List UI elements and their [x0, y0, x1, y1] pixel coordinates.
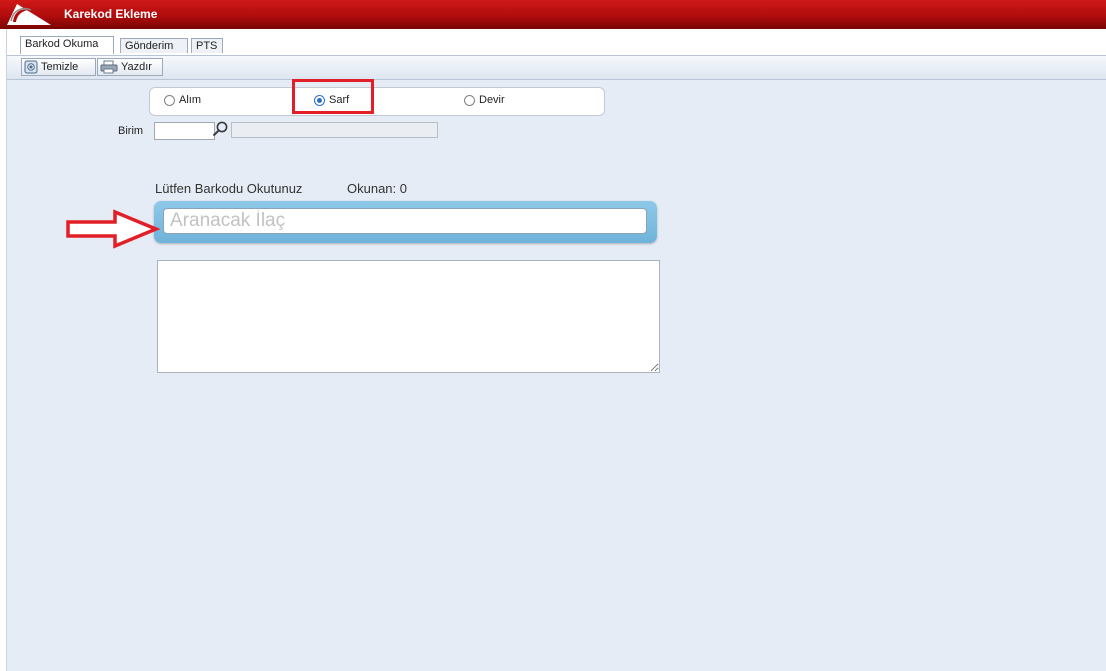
highlight-box	[292, 79, 374, 114]
radio-alim-label: Alım	[179, 94, 201, 106]
search-icon[interactable]	[212, 121, 229, 137]
barcode-search-input[interactable]	[163, 208, 647, 234]
main-window: Barkod Okuma Gönderim PTS Temizle Yazdır…	[6, 29, 1106, 671]
window-title: Karekod Ekleme	[64, 7, 158, 21]
radio-devir[interactable]: Devir	[464, 94, 505, 106]
transaction-type-group: Alım Sarf Devir	[149, 87, 605, 116]
tab-barkod-okuma[interactable]: Barkod Okuma	[20, 36, 114, 54]
app-logo-icon	[7, 4, 51, 25]
barcode-prompt: Lütfen Barkodu Okutunuz	[155, 181, 303, 196]
arrow-right-icon	[66, 209, 160, 249]
toolbar: Temizle Yazdır	[7, 56, 1106, 80]
print-button[interactable]: Yazdır	[97, 58, 163, 76]
birim-code-input[interactable]	[154, 122, 215, 140]
eraser-icon	[24, 60, 38, 74]
radio-devir-label: Devir	[479, 94, 505, 106]
print-button-label: Yazdır	[121, 61, 152, 73]
printer-icon	[100, 60, 118, 74]
radio-devir-button[interactable]	[464, 94, 475, 106]
barcode-search-frame	[154, 201, 657, 243]
title-bar: Karekod Ekleme	[0, 0, 1106, 29]
birim-label: Birim	[118, 125, 144, 137]
tab-pts[interactable]: PTS	[191, 38, 223, 53]
scanned-results-textarea[interactable]	[157, 260, 660, 373]
clear-button-label: Temizle	[41, 61, 79, 73]
tab-strip: Barkod Okuma Gönderim PTS	[7, 29, 1106, 56]
birim-name-display	[231, 122, 438, 138]
clear-button[interactable]: Temizle	[21, 58, 96, 76]
radio-alim-button[interactable]	[164, 94, 175, 106]
scanned-count: Okunan: 0	[347, 181, 407, 196]
tab-gonderim[interactable]: Gönderim	[120, 38, 188, 53]
radio-alim[interactable]: Alım	[164, 94, 201, 106]
